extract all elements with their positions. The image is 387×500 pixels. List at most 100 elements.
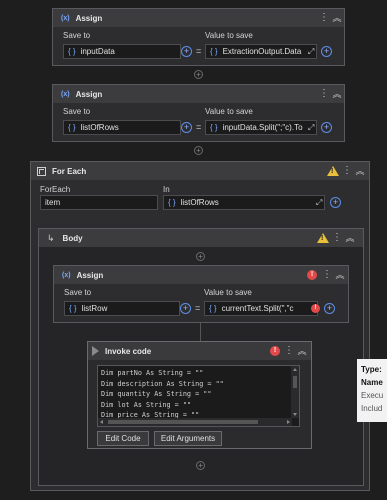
expand-icon[interactable]: ⤢ — [316, 198, 322, 208]
value-to-save-label: Value to save — [205, 31, 253, 40]
kebab-menu-icon[interactable]: ⋮ — [284, 345, 294, 357]
collapse-icon[interactable]: ︽ — [331, 88, 343, 100]
code-line: Dim quantity As String = "" — [101, 390, 212, 398]
add-icon[interactable]: + — [330, 197, 341, 208]
collapse-icon[interactable]: ︽ — [354, 165, 366, 177]
add-icon[interactable]: + — [324, 303, 335, 314]
kebab-menu-icon[interactable]: ⋮ — [322, 269, 332, 281]
invoke-code-icon — [92, 346, 99, 356]
add-icon[interactable]: + — [321, 122, 332, 133]
invoke-code-activity[interactable]: Invoke code ! ⋮ ︽ Dim partNo As String =… — [87, 341, 312, 449]
tooltip-type: Type: — [361, 365, 382, 374]
item-field[interactable]: item — [40, 195, 158, 210]
foreach-label: ForEach — [40, 185, 71, 194]
value-to-save-label: Value to save — [205, 107, 253, 116]
expand-icon[interactable]: ⤢ — [308, 123, 314, 133]
warning-icon: ! — [327, 166, 339, 176]
expression-icon: { } — [168, 198, 176, 207]
activity-title: Assign — [75, 13, 103, 23]
variable-icon: { } — [69, 304, 77, 313]
collapse-icon[interactable]: ︽ — [344, 232, 356, 244]
assign-activity-1[interactable]: (x) Assign ⋮ ︽ Save to Value to save { }… — [52, 8, 345, 66]
tooltip-panel: Type: Name Execu Includ — [357, 359, 387, 422]
value-text: ExtractionOutput.Data — [222, 47, 302, 56]
value-text: currentText.Split(","c — [221, 304, 294, 313]
activity-title: Assign — [76, 270, 104, 280]
activity-title: Invoke code — [105, 346, 152, 356]
tooltip-description: Execu — [361, 391, 384, 400]
variable-icon: { } — [68, 123, 76, 132]
add-activity-icon[interactable]: + — [196, 252, 205, 261]
add-icon[interactable]: + — [181, 46, 192, 57]
assign-header[interactable]: (x) Assign — [54, 266, 348, 284]
in-label: In — [163, 185, 170, 194]
equals-sign: = — [196, 46, 202, 56]
save-to-value: listOfRows — [80, 123, 119, 132]
save-to-value: listRow — [81, 304, 108, 313]
body-header[interactable]: ↳ Body — [39, 229, 363, 247]
code-line: Dim partNo As String = "" — [101, 369, 204, 377]
add-icon[interactable]: + — [181, 122, 192, 133]
body-arrow-icon: ↳ — [47, 232, 55, 243]
tooltip-name: Name — [361, 378, 383, 387]
foreach-icon — [37, 166, 46, 176]
assign-header[interactable]: (x) Assign — [53, 9, 344, 27]
expression-icon: { } — [210, 123, 218, 132]
save-to-value: inputData — [80, 47, 115, 56]
expand-icon[interactable]: ⤢ — [308, 47, 314, 57]
variable-icon: { } — [68, 47, 76, 56]
add-icon[interactable]: + — [321, 46, 332, 57]
code-editor[interactable]: Dim partNo As String = "" Dim descriptio… — [97, 365, 300, 427]
value-text: inputData.Split(";"c).To — [222, 123, 303, 132]
equals-sign: = — [195, 303, 201, 313]
foreach-activity[interactable]: For Each ! ⋮ ︽ ForEach In item { } listO… — [30, 161, 370, 491]
kebab-menu-icon[interactable]: ⋮ — [332, 232, 342, 244]
warning-icon: ! — [317, 233, 329, 243]
add-activity-icon[interactable]: + — [194, 146, 203, 155]
value-field[interactable]: { } inputData.Split(";"c).To — [205, 120, 317, 135]
activity-title: For Each — [52, 166, 87, 176]
kebab-menu-icon[interactable]: ⋮ — [319, 88, 329, 100]
horizontal-scrollbar[interactable] — [98, 418, 292, 426]
error-icon: ! — [270, 346, 280, 356]
activity-title: Assign — [75, 89, 103, 99]
assign-icon: (x) — [61, 90, 70, 98]
save-to-field[interactable]: { } listRow — [64, 301, 180, 316]
edit-code-button[interactable]: Edit Code — [97, 431, 149, 446]
collapse-icon[interactable]: ︽ — [296, 345, 308, 357]
code-line: Dim lot As String = "" — [101, 400, 192, 409]
save-to-field[interactable]: { } listOfRows — [63, 120, 181, 135]
code-line: Dim description As String = "" — [101, 379, 224, 388]
value-field[interactable]: { } ExtractionOutput.Data — [205, 44, 317, 59]
kebab-menu-icon[interactable]: ⋮ — [319, 12, 329, 24]
connector-line — [200, 323, 201, 341]
save-to-field[interactable]: { } inputData — [63, 44, 181, 59]
add-activity-icon[interactable]: + — [194, 70, 203, 79]
add-icon[interactable]: + — [180, 303, 191, 314]
collapse-icon[interactable]: ︽ — [334, 269, 346, 281]
foreach-header[interactable]: For Each — [31, 162, 369, 180]
add-activity-icon[interactable]: + — [196, 461, 205, 470]
body-container[interactable]: ↳ Body ! ⋮ ︽ + (x) Assign ! ⋮ ︽ Save to … — [38, 228, 364, 486]
assign-icon: (x) — [62, 271, 71, 279]
item-value: item — [45, 198, 61, 207]
vertical-scrollbar[interactable] — [291, 366, 299, 418]
error-icon: ! — [311, 304, 320, 313]
assign-activity-2[interactable]: (x) Assign ⋮ ︽ Save to Value to save { }… — [52, 84, 345, 142]
equals-sign: = — [196, 122, 202, 132]
kebab-menu-icon[interactable]: ⋮ — [342, 165, 352, 177]
edit-arguments-button[interactable]: Edit Arguments — [154, 431, 222, 446]
expression-icon: { } — [209, 304, 217, 313]
value-field[interactable]: { } currentText.Split(","c — [204, 301, 318, 316]
body-title: Body — [62, 233, 83, 243]
save-to-label: Save to — [63, 31, 91, 40]
save-to-label: Save to — [63, 107, 91, 116]
assign-header[interactable]: (x) Assign — [53, 85, 344, 103]
assign-icon: (x) — [61, 14, 70, 22]
in-field[interactable]: { } listOfRows — [163, 195, 325, 210]
assign-activity-3[interactable]: (x) Assign ! ⋮ ︽ Save to Value to save {… — [53, 265, 349, 323]
error-icon: ! — [307, 270, 317, 280]
collapse-icon[interactable]: ︽ — [331, 12, 343, 24]
save-to-label: Save to — [64, 288, 92, 297]
code-lines: Dim partNo As String = "" Dim descriptio… — [101, 368, 224, 421]
